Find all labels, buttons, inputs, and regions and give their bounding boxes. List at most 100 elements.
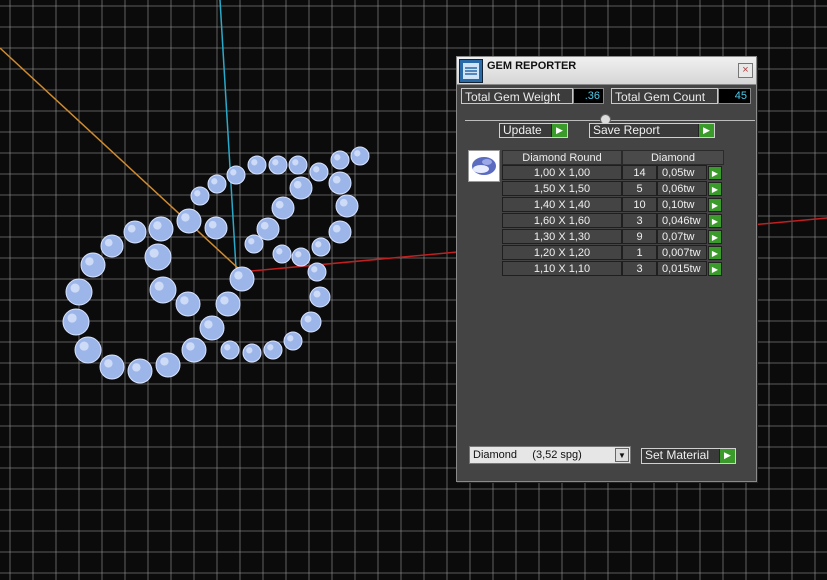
gem-stone[interactable] — [199, 315, 225, 341]
gem-stone[interactable] — [62, 308, 90, 336]
table-cell-weight: 0,05tw — [657, 165, 707, 180]
gem-stone[interactable] — [328, 220, 352, 244]
gem-stone[interactable] — [291, 247, 311, 267]
gem-reporter-app-icon — [459, 59, 483, 83]
row-select-arrow-icon[interactable]: ▶ — [708, 198, 722, 212]
gem-stone[interactable] — [220, 340, 240, 360]
gem-stone[interactable] — [207, 174, 227, 194]
column-header-diamond-round: Diamond Round — [502, 150, 622, 165]
table-cell-count: 5 — [622, 181, 657, 196]
gem-stone[interactable] — [155, 352, 181, 378]
table-cell-count: 3 — [622, 261, 657, 276]
gem-stone[interactable] — [247, 155, 267, 175]
gem-stone[interactable] — [100, 234, 124, 258]
gem-stone[interactable] — [268, 155, 288, 175]
save-report-button[interactable]: Save Report ▶ — [589, 123, 715, 138]
row-select-arrow-icon[interactable]: ▶ — [708, 166, 722, 180]
gem-stone[interactable] — [190, 186, 210, 206]
gem-stone[interactable] — [123, 220, 147, 244]
gem-reporter-window: GEM REPORTER × Total Gem Weight .36 Tota… — [456, 56, 757, 482]
table-cell-weight: 0,07tw — [657, 229, 707, 244]
gem-stone[interactable] — [99, 354, 125, 380]
gem-highlight — [313, 290, 321, 298]
gem-highlight — [104, 359, 113, 368]
row-select-arrow-icon[interactable]: ▶ — [708, 246, 722, 260]
gem-stone[interactable] — [74, 336, 102, 364]
gem-stone[interactable] — [175, 291, 201, 317]
gem-stone[interactable] — [204, 216, 228, 240]
gem-stone[interactable] — [309, 286, 331, 308]
row-select-arrow-icon[interactable]: ▶ — [708, 262, 722, 276]
gem-stone[interactable] — [80, 252, 106, 278]
gem-stone[interactable] — [149, 276, 177, 304]
gem-stone[interactable] — [335, 194, 359, 218]
gem-stone[interactable] — [226, 165, 246, 185]
play-arrow-icon: ▶ — [698, 124, 714, 137]
gem-stone[interactable] — [244, 234, 264, 254]
gem-highlight — [248, 238, 255, 245]
gem-highlight — [230, 169, 237, 176]
gem-highlight — [208, 220, 217, 229]
gem-highlight — [186, 342, 195, 351]
close-icon[interactable]: × — [738, 63, 753, 78]
gem-highlight — [85, 257, 94, 266]
set-material-button[interactable]: Set Material ▶ — [641, 448, 736, 464]
gem-highlight — [246, 347, 253, 354]
gem-highlight — [272, 159, 279, 166]
gem-stone[interactable] — [289, 176, 313, 200]
row-select-arrow-icon[interactable]: ▶ — [708, 230, 722, 244]
gem-highlight — [234, 271, 243, 280]
diamond-material-icon[interactable] — [468, 150, 500, 182]
gem-highlight — [67, 313, 77, 323]
gem-highlight — [260, 221, 269, 230]
table-cell-count: 10 — [622, 197, 657, 212]
table-cell-weight: 0,10tw — [657, 197, 707, 212]
gem-stone[interactable] — [215, 291, 241, 317]
table-cell-size: 1,10 X 1,10 — [502, 261, 622, 276]
gem-stone[interactable] — [271, 196, 295, 220]
gem-highlight — [304, 315, 312, 323]
gem-stone[interactable] — [311, 237, 331, 257]
gem-stone[interactable] — [328, 171, 352, 195]
gem-stone[interactable] — [127, 358, 153, 384]
play-arrow-icon: ▶ — [551, 124, 567, 137]
gem-highlight — [127, 224, 136, 233]
table-cell-weight: 0,015tw — [657, 261, 707, 276]
gem-stone[interactable] — [309, 162, 329, 182]
material-select[interactable]: Diamond (3,52 spg) ▼ — [469, 446, 631, 464]
gem-highlight — [149, 248, 159, 258]
gem-stone[interactable] — [256, 217, 280, 241]
table-cell-size: 1,20 X 1,20 — [502, 245, 622, 260]
total-gem-weight-label: Total Gem Weight — [461, 88, 573, 104]
table-cell-size: 1,30 X 1,30 — [502, 229, 622, 244]
table-cell-count: 1 — [622, 245, 657, 260]
table-cell-size: 1,40 X 1,40 — [502, 197, 622, 212]
table-cell-size: 1,60 X 1,60 — [502, 213, 622, 228]
update-button-label: Update — [503, 123, 542, 137]
gem-stone[interactable] — [263, 340, 283, 360]
chevron-down-icon[interactable]: ▼ — [615, 448, 629, 462]
update-button[interactable]: Update ▶ — [499, 123, 568, 138]
gem-highlight — [295, 251, 302, 258]
gem-stone[interactable] — [242, 343, 262, 363]
gem-model[interactable] — [62, 146, 370, 384]
gem-stone[interactable] — [288, 155, 308, 175]
gem-stone[interactable] — [181, 337, 207, 363]
gem-stone[interactable] — [148, 216, 174, 242]
gem-stone[interactable] — [272, 244, 292, 264]
gem-highlight — [293, 180, 302, 189]
gem-stone[interactable] — [350, 146, 370, 166]
gem-stone[interactable] — [65, 278, 93, 306]
gem-stone[interactable] — [307, 262, 327, 282]
gem-stone[interactable] — [300, 311, 322, 333]
gem-highlight — [180, 296, 189, 305]
gem-stone[interactable] — [229, 266, 255, 292]
gem-stone[interactable] — [330, 150, 350, 170]
gem-stone[interactable] — [176, 208, 202, 234]
row-select-arrow-icon[interactable]: ▶ — [708, 214, 722, 228]
gem-stone[interactable] — [144, 243, 172, 271]
gem-stone[interactable] — [283, 331, 303, 351]
row-select-arrow-icon[interactable]: ▶ — [708, 182, 722, 196]
title-bar[interactable]: GEM REPORTER × — [457, 57, 756, 85]
play-arrow-icon: ▶ — [719, 449, 735, 463]
